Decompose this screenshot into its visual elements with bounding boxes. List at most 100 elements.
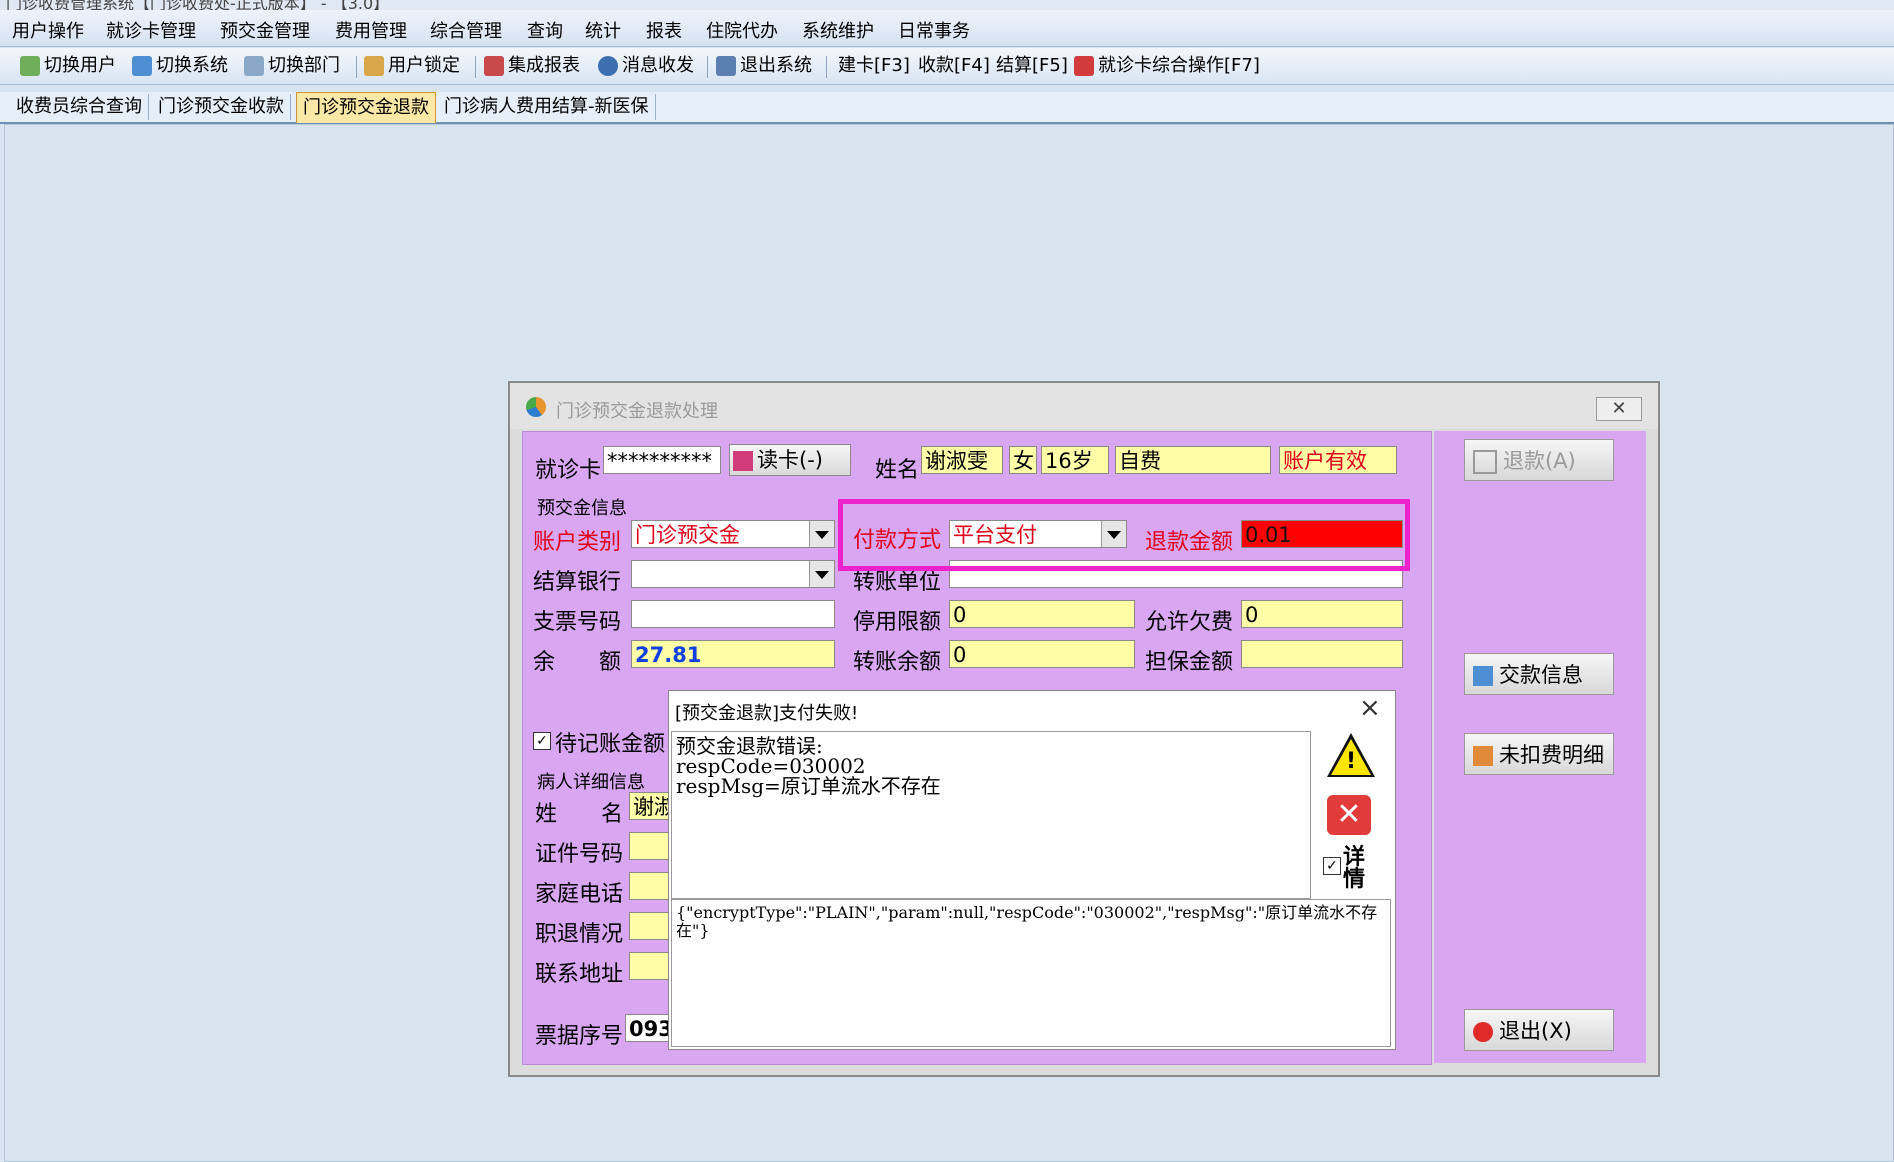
switch-user-button[interactable]: 切换用户 [20, 54, 116, 78]
right-button-panel: 退款(A) 交款信息 未扣费明细 退出(X) [1434, 431, 1646, 1063]
detail-checkbox[interactable]: ✓ [1323, 857, 1341, 875]
calculator-icon [1473, 666, 1493, 686]
bank-label: 结算银行 [533, 570, 622, 595]
info-icon [598, 56, 618, 76]
menu-user-ops[interactable]: 用户操作 [12, 17, 84, 43]
toolbar-separator [356, 56, 357, 78]
id-number-label: 证件号码 [535, 842, 624, 867]
age-field[interactable]: 16岁 [1041, 446, 1109, 474]
message-close-button[interactable]: × [1359, 693, 1381, 723]
unpaid-detail-button[interactable]: 未扣费明细 [1464, 733, 1614, 775]
patient-name-label: 姓 名 [535, 802, 624, 827]
collect-button[interactable]: 收款[F4] [918, 54, 990, 78]
close-icon: ✕ [1611, 398, 1627, 419]
tab-cashier-query[interactable]: 收费员综合查询 [10, 94, 149, 120]
menubar: 用户操作 就诊卡管理 预交金管理 费用管理 综合管理 查询 统计 报表 住院代办… [0, 10, 1894, 47]
toolbar-separator [707, 56, 708, 78]
stop-limit-field[interactable]: 0 [949, 600, 1135, 628]
dialog-close-button[interactable]: ✕ [1596, 397, 1642, 421]
card-reader-icon [733, 451, 753, 471]
menu-prepay-mgmt[interactable]: 预交金管理 [220, 17, 310, 43]
message-body: 预交金退款错误: respCode=030002 respMsg=原订单流水不存… [671, 731, 1311, 899]
card-ops-icon [1074, 56, 1094, 76]
user-lock-button[interactable]: 用户锁定 [364, 54, 460, 78]
pending-label: 待记账金额 [555, 732, 666, 757]
cheque-field[interactable] [631, 600, 835, 628]
name-label: 姓名 [875, 458, 920, 483]
transfer-balance-label: 转账余额 [853, 650, 942, 675]
menu-reports[interactable]: 报表 [646, 17, 682, 43]
toolbar: 切换用户 切换系统 切换部门 用户锁定 集成报表 消息收发 退出系统 建卡[F3… [0, 48, 1894, 85]
build-card-button[interactable]: 建卡[F3] [838, 54, 910, 78]
users-icon [20, 56, 40, 76]
menu-general-mgmt[interactable]: 综合管理 [430, 17, 502, 43]
highlight-box [838, 499, 1410, 571]
power-icon [1473, 1022, 1493, 1042]
message-button[interactable]: 消息收发 [598, 54, 694, 78]
app-logo-icon [526, 397, 546, 417]
report-icon [484, 56, 504, 76]
error-message-dialog: [预交金退款]支付失败! × 预交金退款错误: respCode=030002 … [668, 690, 1396, 1050]
exit-system-button[interactable]: 退出系统 [716, 54, 812, 78]
card-ops-button[interactable]: 就诊卡综合操作[F7] [1074, 54, 1260, 78]
read-card-button[interactable]: 读卡(-) [729, 444, 851, 476]
message-title: [预交金退款]支付失败! [675, 703, 859, 724]
tab-prepay-collect[interactable]: 门诊预交金收款 [152, 94, 291, 120]
refund-button[interactable]: 退款(A) [1464, 439, 1614, 481]
window-title: 门诊收费管理系统【门诊收费处-正式版本】 - 【3.0】 [6, 0, 390, 10]
exit-button[interactable]: 退出(X) [1464, 1009, 1614, 1051]
lock-user-icon [364, 56, 384, 76]
menu-inpatient-agent[interactable]: 住院代办 [706, 17, 778, 43]
chevron-down-icon[interactable] [809, 521, 834, 547]
tab-patient-settlement[interactable]: 门诊病人费用结算-新医保 [438, 94, 656, 120]
settle-button[interactable]: 结算[F5] [996, 54, 1068, 78]
card-number-field[interactable]: ********** [603, 446, 721, 474]
report-button[interactable]: 集成报表 [484, 54, 580, 78]
menu-query[interactable]: 查询 [527, 17, 563, 43]
fee-type-field[interactable]: 自费 [1115, 446, 1271, 474]
switch-icon [132, 56, 152, 76]
prepay-group-title: 预交金信息 [537, 498, 627, 519]
menu-daily[interactable]: 日常事务 [898, 17, 970, 43]
switch-dept-button[interactable]: 切换部门 [244, 54, 340, 78]
job-status-label: 职退情况 [535, 922, 624, 947]
account-status-field[interactable]: 账户有效 [1279, 446, 1397, 474]
error-icon: ✕ [1327, 795, 1371, 835]
message-detail-text: {"encryptType":"PLAIN","param":null,"res… [671, 899, 1391, 1047]
account-type-select[interactable]: 门诊预交金 [631, 520, 835, 548]
patient-group-title: 病人详细信息 [537, 772, 645, 793]
bank-select[interactable] [631, 560, 835, 588]
menu-system-maint[interactable]: 系统维护 [802, 17, 874, 43]
gender-field[interactable]: 女 [1009, 446, 1037, 474]
menu-stats[interactable]: 统计 [585, 17, 621, 43]
department-icon [244, 56, 264, 76]
allow-arrears-label: 允许欠费 [1145, 610, 1234, 635]
cheque-label: 支票号码 [533, 610, 622, 635]
warning-mark: ! [1346, 749, 1357, 774]
name-field[interactable]: 谢淑雯 [921, 446, 1003, 474]
clipboard-icon [1473, 746, 1493, 766]
tab-bar: 收费员综合查询 门诊预交金收款 门诊预交金退款 门诊病人费用结算-新医保 [0, 92, 1894, 124]
menu-fee-mgmt[interactable]: 费用管理 [335, 17, 407, 43]
balance-label: 余 额 [533, 650, 622, 675]
chevron-down-icon[interactable] [809, 561, 834, 587]
exit-icon [716, 56, 736, 76]
phone-label: 家庭电话 [535, 882, 624, 907]
guarantee-field[interactable] [1241, 640, 1403, 668]
allow-arrears-field[interactable]: 0 [1241, 600, 1403, 628]
address-label: 联系地址 [535, 962, 624, 987]
receipt-label: 票据序号 [535, 1024, 624, 1049]
pending-checkbox[interactable]: ✓ [533, 732, 551, 750]
menu-card-mgmt[interactable]: 就诊卡管理 [106, 17, 196, 43]
close-icon: × [1359, 693, 1381, 723]
account-type-label: 账户类别 [533, 530, 622, 555]
dialog-titlebar: 门诊预交金退款处理 ✕ [510, 383, 1658, 429]
transfer-balance-field[interactable]: 0 [949, 640, 1135, 668]
balance-field[interactable]: 27.81 [631, 640, 835, 668]
detail-label: 详情 [1343, 845, 1366, 892]
stop-limit-label: 停用限额 [853, 610, 942, 635]
tab-prepay-refund[interactable]: 门诊预交金退款 [296, 92, 436, 123]
card-label: 就诊卡 [535, 458, 602, 483]
switch-system-button[interactable]: 切换系统 [132, 54, 228, 78]
payment-info-button[interactable]: 交款信息 [1464, 653, 1614, 695]
